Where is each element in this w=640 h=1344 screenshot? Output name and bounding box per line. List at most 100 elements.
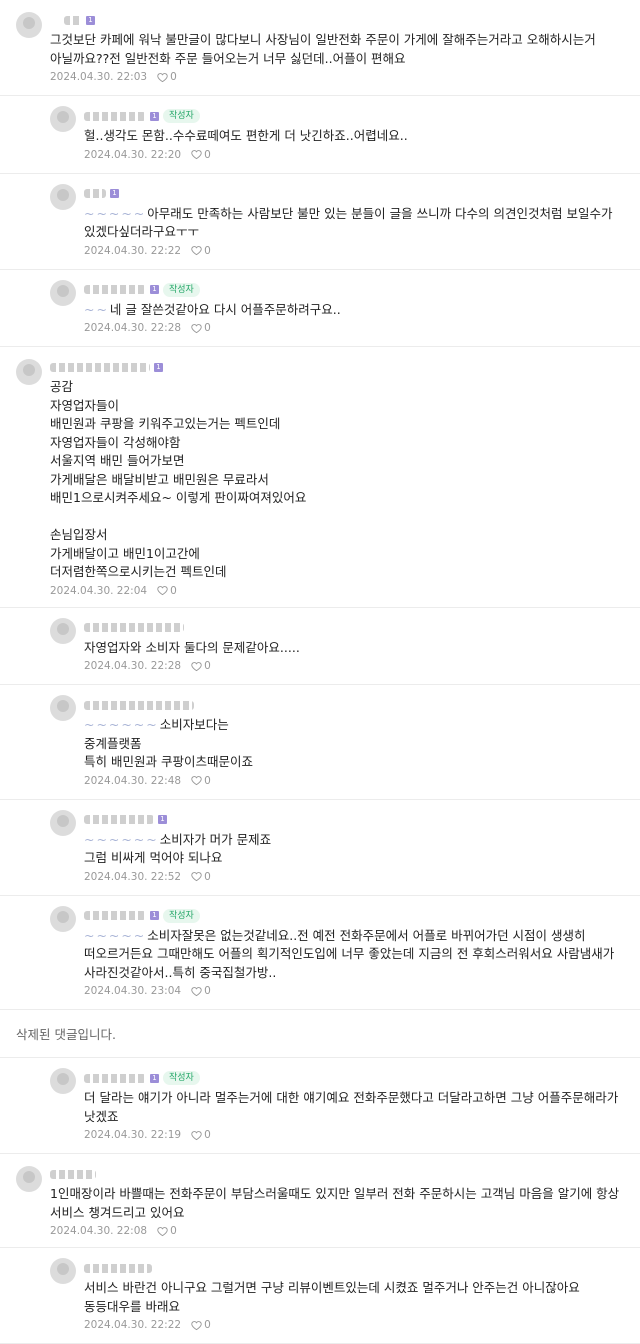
like-button[interactable]: 0 bbox=[191, 149, 211, 161]
like-button[interactable]: 0 bbox=[157, 585, 177, 597]
like-button[interactable]: 0 bbox=[191, 775, 211, 787]
like-button[interactable]: 0 bbox=[191, 322, 211, 334]
comment-thread-3: 1인매장이라 바쁠때는 전화주문이 부담스러울때도 있지만 일부러 전화 주문하… bbox=[0, 1154, 640, 1344]
reply-date: 2024.04.30. 22:28 bbox=[84, 322, 182, 334]
level-badge: 1 bbox=[158, 815, 167, 824]
heart-icon bbox=[191, 986, 202, 996]
mention-blurred[interactable]: ~ ~ ~ ~ ~ ~ bbox=[84, 832, 157, 847]
nickname-blurred[interactable] bbox=[84, 700, 194, 710]
nickname-blurred[interactable] bbox=[84, 623, 184, 632]
avatar[interactable] bbox=[50, 1068, 76, 1094]
reply: 1 작성자 더 달라는 얘기가 아니라 멀주는거에 대한 얘기예요 전화주문했다고… bbox=[0, 1058, 640, 1154]
heart-icon bbox=[191, 246, 202, 256]
reply: 서비스 바란건 아니구요 그럴거면 구냥 리뷰이벤트있는데 시켰죠 멀주거나 안… bbox=[0, 1248, 640, 1344]
reply-date: 2024.04.30. 22:19 bbox=[84, 1129, 182, 1141]
nickname-blurred[interactable] bbox=[84, 1263, 152, 1273]
comment-date: 2024.04.30. 22:08 bbox=[50, 1225, 148, 1237]
nickname-blurred[interactable] bbox=[84, 111, 146, 121]
like-count: 0 bbox=[204, 660, 211, 672]
comment: 1 그것보단 카페에 워낙 불만글이 많다보니 사장님이 일반전화 주문이 가게… bbox=[0, 0, 640, 96]
avatar[interactable] bbox=[50, 183, 76, 210]
like-button[interactable]: 0 bbox=[191, 245, 211, 257]
like-count: 0 bbox=[204, 774, 211, 787]
like-count: 0 bbox=[204, 148, 211, 161]
avatar[interactable] bbox=[50, 905, 76, 932]
avatar[interactable] bbox=[50, 1258, 76, 1284]
reply-text: ~ ~ ~ ~ ~ ~ 소비자보다는 중계플랫폼 특히 배민원과 쿠팡이츠때문이… bbox=[84, 717, 253, 769]
like-button[interactable]: 0 bbox=[191, 1319, 211, 1331]
nickname-blurred[interactable] bbox=[50, 1169, 96, 1179]
reply: 1 작성자 ~ ~ 네 글 잘쓴것같아요 다시 어플주문하려구요.. 2024.0… bbox=[0, 269, 640, 347]
like-button[interactable]: 0 bbox=[191, 871, 211, 883]
heart-icon bbox=[157, 586, 168, 596]
avatar[interactable] bbox=[50, 809, 76, 836]
mention-blurred[interactable]: ~ ~ ~ ~ ~ bbox=[84, 206, 144, 221]
like-button[interactable]: 0 bbox=[157, 71, 177, 83]
like-count: 0 bbox=[204, 985, 211, 997]
heart-icon bbox=[157, 1226, 168, 1236]
reply-date: 2024.04.30. 22:22 bbox=[84, 1319, 182, 1331]
reply-text: ~ ~ ~ ~ ~ ~ 소비자가 머가 문제죠 그럼 비싸게 먹어야 되나요 bbox=[84, 831, 272, 866]
avatar[interactable] bbox=[50, 695, 76, 721]
reply: 1 작성자 헐..생각도 몬함..수수료떼여도 편한게 더 낫긴하죠..어렵네요.… bbox=[0, 96, 640, 174]
heart-icon bbox=[191, 661, 202, 671]
level-badge: 1 bbox=[150, 111, 159, 121]
heart-icon bbox=[191, 150, 202, 160]
reply-text: 서비스 바란건 아니구요 그럴거면 구냥 리뷰이벤트있는데 시켰죠 멀주거나 안… bbox=[84, 1280, 580, 1314]
avatar[interactable] bbox=[50, 106, 76, 132]
like-button[interactable]: 0 bbox=[191, 1129, 211, 1141]
like-button[interactable]: 0 bbox=[191, 660, 211, 672]
like-count: 0 bbox=[204, 322, 211, 334]
like-count: 0 bbox=[204, 1129, 211, 1141]
nickname-blurred[interactable] bbox=[50, 362, 150, 372]
nickname-blurred[interactable] bbox=[84, 911, 146, 920]
comment: 1 공감 자영업자들이 배민원과 쿠팡을 키워주고있는거는 펙트인데 자영업자들… bbox=[0, 347, 640, 608]
mention-blurred[interactable]: ~ ~ bbox=[84, 302, 107, 317]
nickname-blurred[interactable] bbox=[84, 189, 106, 198]
comment-date: 2024.04.30. 22:03 bbox=[50, 71, 148, 83]
nickname-blurred[interactable] bbox=[84, 815, 154, 824]
like-count: 0 bbox=[170, 71, 177, 83]
reply-text: 자영업자와 소비자 둘다의 문제같아요..... bbox=[84, 639, 300, 655]
nickname-blurred[interactable] bbox=[84, 285, 146, 294]
like-button[interactable]: 0 bbox=[191, 985, 211, 997]
avatar[interactable] bbox=[50, 279, 76, 306]
mention-blurred[interactable]: ~ ~ ~ ~ ~ ~ bbox=[84, 717, 157, 732]
avatar[interactable] bbox=[50, 617, 76, 644]
comment-text: 1인매장이라 바쁠때는 전화주문이 부담스러울때도 있지만 일부러 전화 주문하… bbox=[50, 1186, 620, 1220]
reply-date: 2024.04.30. 23:04 bbox=[84, 985, 182, 997]
like-button[interactable]: 0 bbox=[157, 1225, 177, 1237]
heart-icon bbox=[191, 1320, 202, 1330]
deleted-comment-notice: 삭제된 댓글입니다. bbox=[0, 1010, 640, 1058]
author-badge: 작성자 bbox=[163, 908, 200, 923]
level-badge: 1 bbox=[110, 189, 119, 198]
author-badge: 작성자 bbox=[163, 282, 200, 297]
nickname-blurred[interactable] bbox=[64, 15, 82, 25]
level-badge: 1 bbox=[86, 15, 95, 25]
avatar[interactable] bbox=[16, 1166, 42, 1192]
avatar[interactable] bbox=[16, 12, 42, 38]
reply-date: 2024.04.30. 22:52 bbox=[84, 870, 182, 883]
reply: 자영업자와 소비자 둘다의 문제같아요..... 2024.04.30. 22:… bbox=[0, 607, 640, 685]
author-badge: 작성자 bbox=[163, 1071, 200, 1085]
heart-icon bbox=[191, 323, 202, 333]
avatar[interactable] bbox=[16, 359, 42, 385]
level-badge: 1 bbox=[154, 362, 163, 372]
comment-thread-1: 1 그것보단 카페에 워낙 불만글이 많다보니 사장님이 일반전화 주문이 가게… bbox=[0, 0, 640, 347]
nickname-blurred[interactable] bbox=[84, 1073, 146, 1083]
like-count: 0 bbox=[170, 584, 177, 597]
mention-blurred[interactable]: ~ ~ ~ ~ ~ bbox=[84, 928, 144, 943]
reply: 1 ~ ~ ~ ~ ~ 아무래도 만족하는 사람보단 불만 있는 분들이 글을 … bbox=[0, 173, 640, 270]
like-count: 0 bbox=[204, 1319, 211, 1331]
reply-date: 2024.04.30. 22:22 bbox=[84, 244, 182, 257]
reply-text: ~ ~ ~ ~ ~ 소비자잘못은 없는것같네요..전 예전 전화주문에서 어플로… bbox=[84, 927, 615, 980]
level-badge: 1 bbox=[150, 285, 159, 294]
comment-thread-2: 1 공감 자영업자들이 배민원과 쿠팡을 키워주고있는거는 펙트인데 자영업자들… bbox=[0, 347, 640, 1010]
comment: 1인매장이라 바쁠때는 전화주문이 부담스러울때도 있지만 일부러 전화 주문하… bbox=[0, 1154, 640, 1248]
reply: 1 작성자 ~ ~ ~ ~ ~ 소비자잘못은 없는것같네요..전 예전 전화주문에… bbox=[0, 895, 640, 1010]
reply-date: 2024.04.30. 22:20 bbox=[84, 148, 182, 161]
reply-text: 더 달라는 얘기가 아니라 멀주는거에 대한 얘기예요 전화주문했다고 더달라고… bbox=[84, 1090, 619, 1124]
reply-date: 2024.04.30. 22:28 bbox=[84, 660, 182, 672]
level-badge: 1 bbox=[150, 911, 159, 920]
comment-text: 그것보단 카페에 워낙 불만글이 많다보니 사장님이 일반전화 주문이 가게에 … bbox=[50, 32, 596, 66]
